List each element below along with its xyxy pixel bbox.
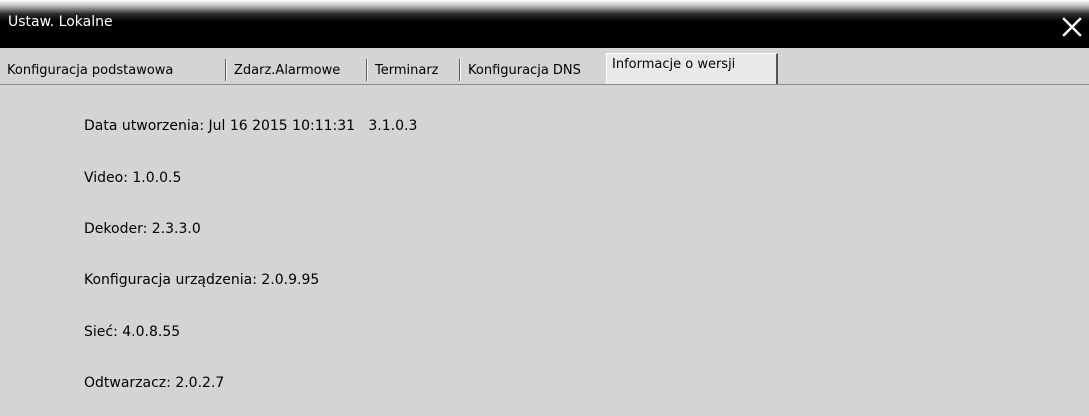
build-date-text: Data utworzenia: Jul 16 2015 10:11:31 3.… — [84, 118, 418, 134]
tab-strip: Konfiguracja podstawowa Zdarz.Alarmowe T… — [0, 48, 1089, 85]
device-config-version-text: Konfiguracja urządzenia: 2.0.9.95 — [84, 272, 320, 288]
player-version-text: Odtwarzacz: 2.0.2.7 — [84, 375, 225, 391]
window-title: Ustaw. Lokalne — [8, 14, 113, 30]
title-bar[interactable]: Ustaw. Lokalne — [0, 0, 1089, 48]
close-button[interactable] — [1061, 16, 1083, 38]
tab-dns-config[interactable]: Konfiguracja DNS — [468, 58, 581, 83]
version-info-panel: Data utworzenia: Jul 16 2015 10:11:31 3.… — [0, 85, 1089, 416]
video-version-text: Video: 1.0.0.5 — [84, 170, 182, 186]
settings-window: Ustaw. Lokalne Konfiguracja podstawowa Z… — [0, 0, 1089, 416]
tab-schedule[interactable]: Terminarz — [375, 58, 439, 83]
tab-separator — [459, 59, 460, 81]
tab-basic-config[interactable]: Konfiguracja podstawowa — [7, 58, 173, 83]
tab-separator — [366, 59, 367, 81]
tab-version-info[interactable]: Informacje o wersji — [606, 53, 778, 84]
decoder-version-text: Dekoder: 2.3.3.0 — [84, 221, 201, 237]
tab-alarm-events[interactable]: Zdarz.Alarmowe — [234, 58, 340, 83]
close-icon — [1062, 17, 1082, 37]
tab-separator — [225, 59, 226, 81]
network-version-text: Sieć: 4.0.8.55 — [84, 324, 181, 340]
